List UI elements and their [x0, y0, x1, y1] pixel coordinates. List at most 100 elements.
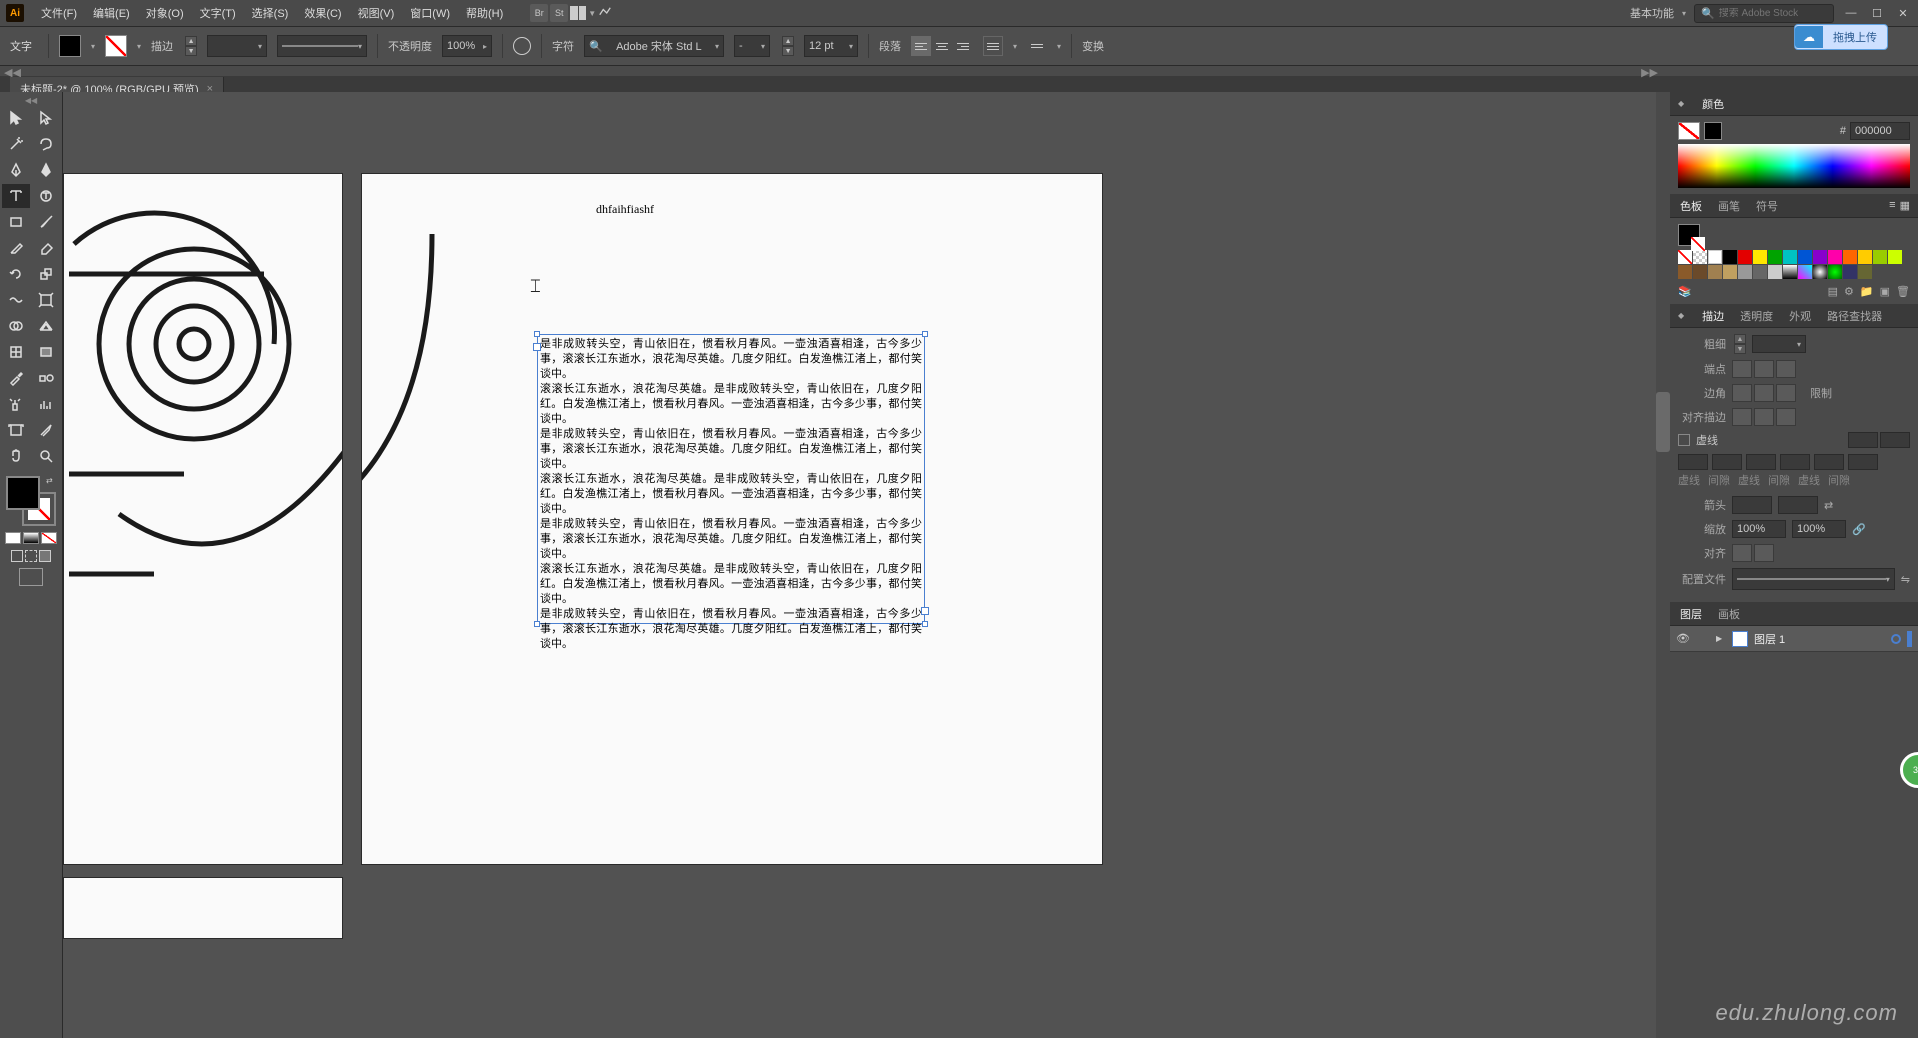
swatch-fill-proxy[interactable]: [1678, 224, 1700, 246]
stroke-weight-stepper[interactable]: ▲▼: [1734, 334, 1746, 354]
menu-object[interactable]: 对象(O): [139, 2, 191, 24]
swatch-options-icon[interactable]: ⚙: [1844, 285, 1854, 298]
swatch-item[interactable]: [1753, 250, 1767, 264]
text-in-port[interactable]: [533, 343, 541, 351]
new-swatch-icon[interactable]: ▣: [1880, 285, 1890, 298]
swatch-item[interactable]: [1828, 250, 1842, 264]
fill-color-icon[interactable]: [6, 476, 40, 510]
minimize-icon[interactable]: —: [1842, 6, 1860, 20]
zoom-tool[interactable]: [32, 444, 60, 468]
align-center-button[interactable]: [932, 36, 952, 56]
stock-search-input[interactable]: [1719, 8, 1827, 19]
swatch-item[interactable]: [1678, 265, 1692, 279]
slice-tool[interactable]: [32, 418, 60, 442]
curvature-tool[interactable]: [32, 158, 60, 182]
layer-name[interactable]: 图层 1: [1754, 631, 1885, 647]
arrange-documents-icon[interactable]: [570, 6, 586, 20]
transform-label[interactable]: 变换: [1082, 38, 1104, 54]
menu-view[interactable]: 视图(V): [351, 2, 402, 24]
dash-input[interactable]: [1746, 454, 1776, 470]
arrow-start-select[interactable]: [1732, 496, 1772, 514]
toolbox-scroll-icon[interactable]: ◀◀: [0, 96, 62, 104]
color-mode-solid[interactable]: [5, 532, 21, 544]
arrow-scale-end[interactable]: 100%: [1792, 520, 1846, 538]
menu-file[interactable]: 文件(F): [34, 2, 84, 24]
perspective-grid-tool[interactable]: [32, 314, 60, 338]
swatch-item[interactable]: [1873, 250, 1887, 264]
swatch-gradient[interactable]: [1783, 265, 1797, 279]
swatch-item[interactable]: [1738, 265, 1752, 279]
brush-definition[interactable]: ▾: [277, 35, 367, 57]
swatch-gradient[interactable]: [1813, 265, 1827, 279]
font-size-field[interactable]: 12 pt▾: [804, 35, 858, 57]
chevron-down-icon[interactable]: ▾: [91, 42, 95, 51]
maximize-icon[interactable]: ☐: [1868, 6, 1886, 20]
cap-buttons[interactable]: [1732, 360, 1796, 378]
font-style-field[interactable]: -▾: [734, 35, 770, 57]
draw-normal-icon[interactable]: [11, 550, 23, 562]
panel-tab-symbols[interactable]: 符号: [1754, 195, 1780, 217]
swatch-item[interactable]: [1693, 265, 1707, 279]
chevron-down-icon[interactable]: ▾: [1682, 9, 1686, 18]
stroke-swatch[interactable]: [105, 35, 127, 57]
type-tool[interactable]: [2, 184, 30, 208]
stroke-weight-input[interactable]: ▾: [1752, 335, 1806, 353]
hand-tool[interactable]: [2, 444, 30, 468]
globe-icon[interactable]: [513, 37, 531, 55]
panel-tab-appearance[interactable]: 外观: [1787, 305, 1813, 327]
draw-behind-icon[interactable]: [25, 550, 37, 562]
corner-buttons[interactable]: [1732, 384, 1796, 402]
area-text-frame[interactable]: 是非成败转头空，青山依旧在，惯看秋月春风。一壶浊酒喜相逢，古今多少事，滚滚长江东…: [537, 334, 925, 624]
free-transform-tool[interactable]: [32, 288, 60, 312]
gradient-tool[interactable]: [32, 340, 60, 364]
eraser-tool[interactable]: [32, 236, 60, 260]
vertical-scrollbar[interactable]: [1656, 92, 1670, 1038]
swap-fill-stroke-icon[interactable]: ⇄: [46, 476, 56, 486]
width-profile-select[interactable]: ▾: [1732, 568, 1895, 590]
direct-selection-tool[interactable]: [32, 106, 60, 130]
swatch-item[interactable]: [1723, 250, 1737, 264]
frame-handle[interactable]: [534, 331, 540, 337]
width-tool[interactable]: [2, 288, 30, 312]
align-stroke-buttons[interactable]: [1732, 408, 1796, 426]
symbol-sprayer-tool[interactable]: [2, 392, 30, 416]
frame-handle[interactable]: [922, 621, 928, 627]
font-family-field[interactable]: 🔍Adobe 宋体 Std L▾: [584, 35, 724, 57]
menu-help[interactable]: 帮助(H): [459, 2, 510, 24]
screen-mode-button[interactable]: [19, 568, 43, 586]
chevron-down-icon[interactable]: ▾: [1057, 42, 1061, 51]
swatch-item[interactable]: [1798, 250, 1812, 264]
dash-align-icon[interactable]: [1880, 432, 1910, 448]
layer-thumbnail[interactable]: [1732, 631, 1748, 647]
gap-input[interactable]: [1848, 454, 1878, 470]
scale-tool[interactable]: [32, 262, 60, 286]
frame-handle[interactable]: [534, 621, 540, 627]
panel-tab-transparency[interactable]: 透明度: [1738, 305, 1775, 327]
grid-view-icon[interactable]: ▦: [1900, 199, 1910, 212]
target-icon[interactable]: [1891, 634, 1901, 644]
gpu-icon[interactable]: [598, 6, 612, 20]
flip-along-icon[interactable]: ⇋: [1901, 573, 1910, 586]
swatch-gradient[interactable]: [1798, 265, 1812, 279]
panel-tab-stroke[interactable]: 描边: [1700, 305, 1726, 327]
swatch-item[interactable]: [1813, 250, 1827, 264]
draw-inside-icon[interactable]: [39, 550, 51, 562]
stroke-weight-stepper[interactable]: ▲▼: [185, 36, 197, 56]
distribute-button[interactable]: [1027, 36, 1047, 56]
text-out-port[interactable]: [921, 607, 929, 615]
menu-edit[interactable]: 编辑(E): [86, 2, 137, 24]
dashed-line-toggle[interactable]: 虚线: [1678, 432, 1910, 448]
rotate-tool[interactable]: [2, 262, 30, 286]
arrow-end-select[interactable]: [1778, 496, 1818, 514]
paintbrush-tool[interactable]: [32, 210, 60, 234]
gap-input[interactable]: [1780, 454, 1810, 470]
swatch-item[interactable]: [1888, 250, 1902, 264]
pen-tool[interactable]: [2, 158, 30, 182]
fill-stroke-control[interactable]: ⇄: [6, 476, 56, 526]
swatch-item[interactable]: [1768, 250, 1782, 264]
swatch-libraries-icon[interactable]: 📚: [1678, 285, 1692, 298]
chevron-down-icon[interactable]: ▾: [1013, 42, 1017, 51]
swatch-item[interactable]: [1843, 265, 1857, 279]
link-scale-icon[interactable]: 🔗: [1852, 523, 1866, 536]
layer-row[interactable]: 👁 ▶ 图层 1: [1670, 626, 1918, 652]
